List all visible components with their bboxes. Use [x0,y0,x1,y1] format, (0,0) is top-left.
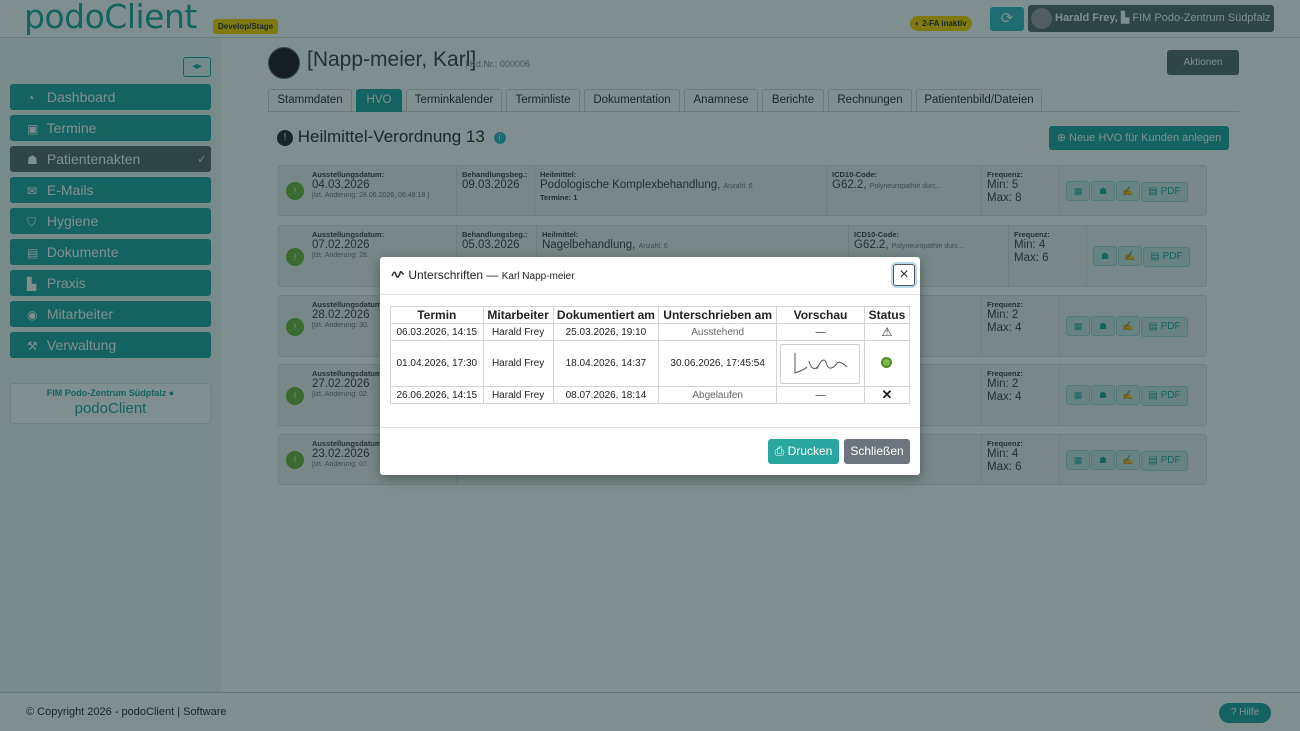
cell-vorschau [776,340,865,387]
table-row: 26.06.2026, 14:15 Harald Frey 08.07.2026… [390,386,911,404]
cell-vorschau: — [776,386,865,404]
modal-title: Unterschriften — Karl Napp-meier [391,268,575,282]
signature-preview[interactable] [780,343,861,384]
cell-mitarbeiter: Harald Frey [482,386,554,404]
column-header: Vorschau [776,306,865,324]
print-button[interactable]: ⎙ Drucken [768,439,839,464]
signature-icon [391,270,405,278]
x-icon: ✕ [881,387,893,402]
close-icon: × [899,266,909,283]
cell-termin: 06.03.2026, 14:15 [390,323,484,341]
table-header-row: Termin Mitarbeiter Dokumentiert am Unter… [390,306,911,324]
cell-unterschrieben: Ausstehend [658,323,778,341]
modal-header: Unterschriften — Karl Napp-meier × [380,257,920,295]
warning-icon: ⚠ [881,325,893,339]
modal-close-button[interactable]: × [893,264,915,286]
cell-status: ✕ [863,386,911,404]
cell-status: ⚠ [863,323,911,341]
table-row: 06.03.2026, 14:15 Harald Frey 25.03.2026… [390,323,911,341]
table-row: 01.04.2026, 17:30 Harald Frey 18.04.2026… [390,340,911,387]
cell-mitarbeiter: Harald Frey [482,340,554,387]
cell-dokumentiert: 18.04.2026, 14:37 [552,340,660,387]
cell-status [863,340,911,387]
cell-dokumentiert: 25.03.2026, 19:10 [552,323,660,341]
close-button[interactable]: Schließen [844,439,910,464]
signatures-table: Termin Mitarbeiter Dokumentiert am Unter… [390,306,911,404]
column-header: Dokumentiert am [552,306,660,324]
signatures-modal: Unterschriften — Karl Napp-meier × Termi… [380,257,920,475]
column-header: Status [863,306,911,324]
modal-subtitle: Karl Napp-meier [501,271,575,282]
cell-vorschau: — [776,323,865,341]
modal-footer: ⎙ Drucken Schließen [380,427,920,475]
cell-mitarbeiter: Harald Frey [482,323,554,341]
check-circle-icon [881,356,893,368]
cell-termin: 01.04.2026, 17:30 [390,340,484,387]
column-header: Termin [390,306,484,324]
column-header: Mitarbeiter [482,306,554,324]
column-header: Unterschrieben am [658,306,778,324]
cell-dokumentiert: 08.07.2026, 18:14 [552,386,660,404]
printer-icon: ⎙ [774,444,785,458]
cell-unterschrieben: 30.06.2026, 17:45:54 [658,340,778,387]
cell-unterschrieben: Abgelaufen [658,386,778,404]
cell-termin: 26.06.2026, 14:15 [390,386,484,404]
